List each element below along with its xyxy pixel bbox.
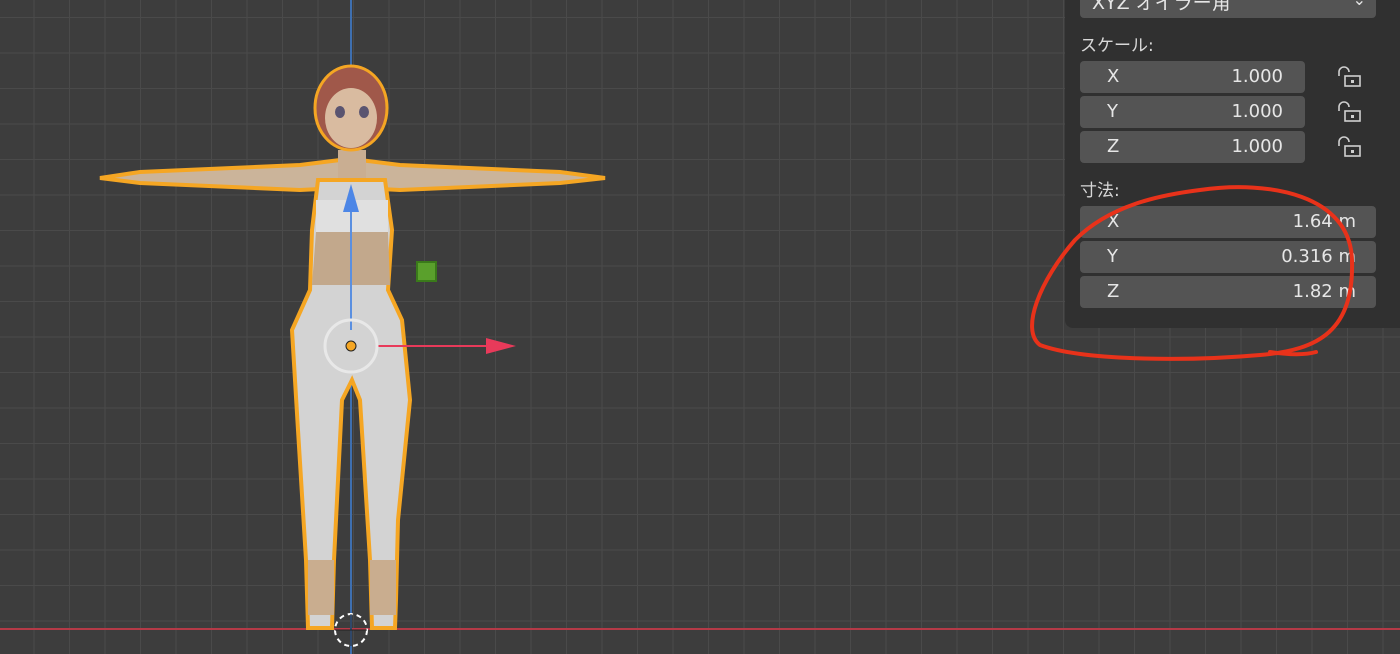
rotation-mode-value: XYZ オイラー角	[1092, 0, 1231, 14]
dimension-y-field[interactable]: Y 0.316 m	[1080, 241, 1376, 273]
scale-x-field[interactable]: X 1.000	[1080, 61, 1305, 93]
scale-y-field[interactable]: Y 1.000	[1080, 96, 1305, 128]
field-axis-label: X	[1107, 211, 1120, 232]
dimension-x-field[interactable]: X 1.64 m	[1080, 206, 1376, 238]
3d-cursor-icon[interactable]	[334, 613, 368, 647]
field-axis-label: Z	[1107, 136, 1120, 157]
dimension-z-field[interactable]: Z 1.82 m	[1080, 276, 1376, 308]
field-value: 1.64 m	[1292, 211, 1356, 232]
field-value: 1.000	[1231, 101, 1283, 122]
chevron-down-icon: ⌄	[1353, 0, 1366, 9]
unlock-icon[interactable]	[1336, 136, 1364, 158]
scale-z-field[interactable]: Z 1.000	[1080, 131, 1305, 163]
field-axis-label: X	[1107, 66, 1120, 87]
light-icon[interactable]	[416, 261, 437, 282]
scale-label: スケール:	[1080, 36, 1154, 56]
field-value: 1.000	[1231, 66, 1283, 87]
field-axis-label: Z	[1107, 281, 1120, 302]
field-axis-label: Y	[1107, 101, 1118, 122]
field-axis-label: Y	[1107, 246, 1118, 267]
field-value: 1.82 m	[1292, 281, 1356, 302]
dimensions-label: 寸法:	[1080, 181, 1120, 201]
field-value: 0.316 m	[1281, 246, 1356, 267]
field-value: 1.000	[1231, 136, 1283, 157]
unlock-icon[interactable]	[1336, 66, 1364, 88]
rotation-mode-dropdown[interactable]: XYZ オイラー角 ⌄	[1080, 0, 1376, 18]
unlock-icon[interactable]	[1336, 101, 1364, 123]
